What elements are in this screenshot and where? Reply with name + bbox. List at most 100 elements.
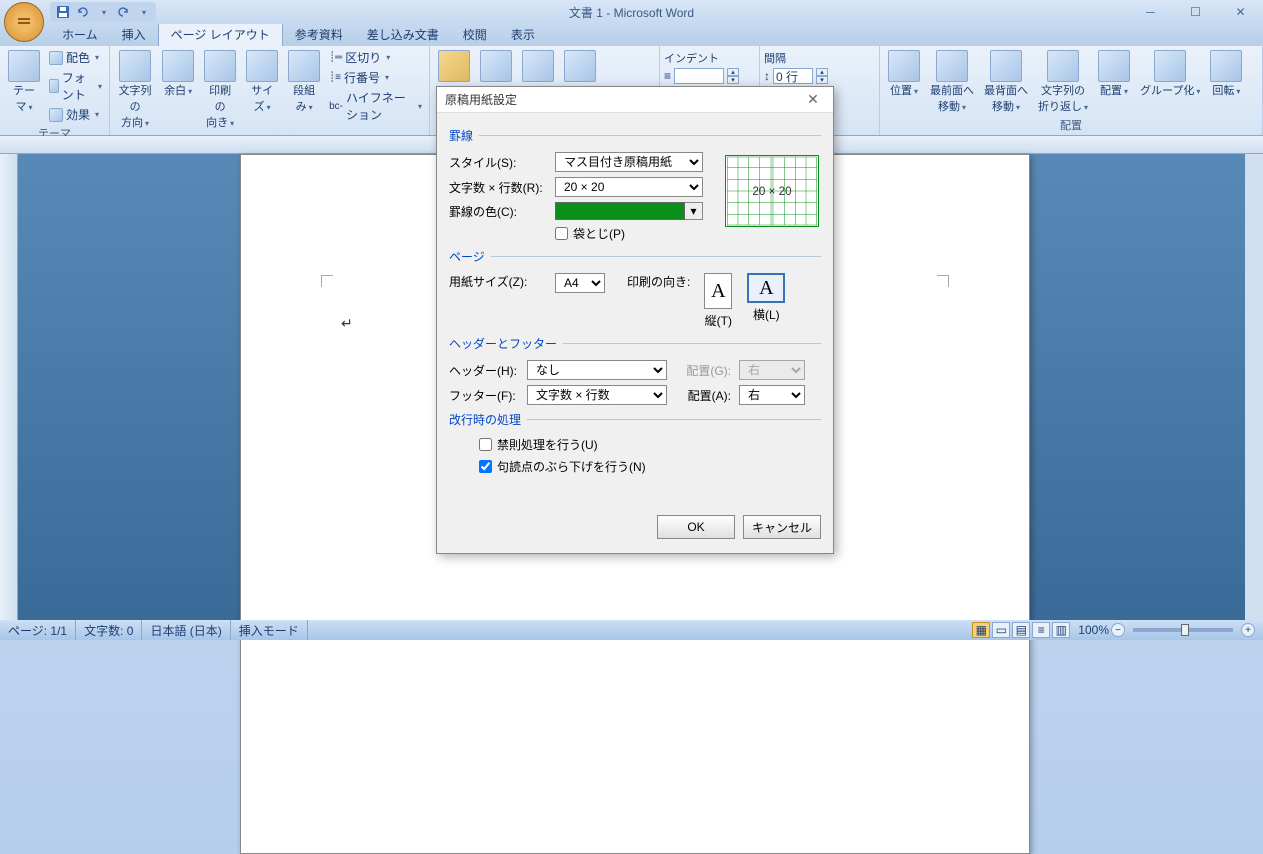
themes-button[interactable]: テーマ xyxy=(4,48,44,116)
section-page: ページ xyxy=(449,248,821,265)
landscape-icon: A xyxy=(747,273,785,303)
send-back-icon xyxy=(990,50,1022,82)
send-back-button[interactable]: 最背面へ 移動 xyxy=(980,48,1032,116)
fonts-icon xyxy=(49,79,59,93)
tab-mailings[interactable]: 差し込み文書 xyxy=(355,23,451,46)
columns-button[interactable]: 段組み xyxy=(284,48,324,116)
bring-front-icon xyxy=(936,50,968,82)
vertical-scrollbar[interactable] xyxy=(1245,154,1263,620)
cancel-button[interactable]: キャンセル xyxy=(743,515,821,539)
redo-icon[interactable] xyxy=(114,4,132,20)
page-border-icon xyxy=(564,50,596,82)
breaks-button[interactable]: ┊═区切り xyxy=(326,48,425,67)
spacing-heading: 間隔 xyxy=(764,50,786,66)
rotate-button[interactable]: 回転 xyxy=(1206,48,1246,100)
margin-marker-tl xyxy=(321,275,333,287)
page-color-button[interactable] xyxy=(518,48,558,84)
line-color-label: 罫線の色(C): xyxy=(449,203,547,220)
genkouyoushi-button[interactable] xyxy=(434,48,474,84)
position-button[interactable]: 位置 xyxy=(884,48,924,100)
footer-select[interactable]: 文字数 × 行数 xyxy=(527,385,667,405)
grid-preview: 20 × 20 xyxy=(725,155,819,227)
line-numbers-button[interactable]: ┊≡行番号 xyxy=(326,68,425,87)
minimize-button[interactable]: ─ xyxy=(1128,2,1173,22)
kinsoku-checkbox[interactable] xyxy=(479,438,492,451)
paper-size-label: 用紙サイズ(Z): xyxy=(449,273,547,290)
theme-colors[interactable]: 配色 xyxy=(46,48,105,67)
zoom-in-button[interactable]: + xyxy=(1241,623,1255,637)
watermark-button[interactable] xyxy=(476,48,516,84)
orientation-portrait[interactable]: A 縦(T) xyxy=(698,273,738,329)
undo-dropdown[interactable] xyxy=(94,4,112,20)
theme-fonts[interactable]: フォント xyxy=(46,68,105,104)
status-bar: ページ: 1/1 文字数: 0 日本語 (日本) 挿入モード ▦ ▭ ▤ ≡ ▥… xyxy=(0,620,1263,640)
size-button[interactable]: サイズ xyxy=(242,48,282,116)
tab-page-layout[interactable]: ページ レイアウト xyxy=(158,22,283,46)
rotate-icon xyxy=(1210,50,1242,82)
dialog-title: 原稿用紙設定 xyxy=(445,91,517,108)
portrait-icon: A xyxy=(704,273,732,309)
page-border-button[interactable] xyxy=(560,48,600,84)
close-button[interactable]: ✕ xyxy=(1218,2,1263,22)
vertical-ruler[interactable] xyxy=(0,154,18,620)
footer-align-label: 配置(A): xyxy=(675,387,731,404)
indent-left[interactable]: ≡▴▾ xyxy=(664,68,739,84)
dialog-close-button[interactable]: ✕ xyxy=(801,91,825,108)
undo-icon[interactable] xyxy=(74,4,92,20)
hyphenation-button[interactable]: bc‐ハイフネーション xyxy=(326,88,425,124)
bring-front-button[interactable]: 最前面へ 移動 xyxy=(926,48,978,116)
size-icon xyxy=(246,50,278,82)
status-chars[interactable]: 文字数: 0 xyxy=(76,620,142,640)
save-icon[interactable] xyxy=(54,4,72,20)
margins-button[interactable]: 余白 xyxy=(158,48,198,100)
office-button[interactable] xyxy=(4,2,44,42)
qat-customize[interactable] xyxy=(134,4,152,20)
tab-review[interactable]: 校閲 xyxy=(451,23,499,46)
kinsoku-label: 禁則処理を行う(U) xyxy=(497,436,598,453)
align-button[interactable]: 配置 xyxy=(1094,48,1134,100)
status-page[interactable]: ページ: 1/1 xyxy=(0,620,76,640)
footer-align-select[interactable]: 右 xyxy=(739,385,805,405)
view-draft[interactable]: ▥ xyxy=(1052,622,1070,638)
theme-effects[interactable]: 効果 xyxy=(46,105,105,124)
orientation-label: 印刷の向き: xyxy=(627,273,690,290)
header-select[interactable]: なし xyxy=(527,360,667,380)
tab-references[interactable]: 参考資料 xyxy=(283,23,355,46)
orientation-button[interactable]: 印刷の 向き xyxy=(200,48,240,132)
paper-size-select[interactable]: A4 xyxy=(555,273,605,293)
line-color-swatch[interactable] xyxy=(555,202,685,220)
ok-button[interactable]: OK xyxy=(657,515,735,539)
section-rule: 罫線 xyxy=(449,127,821,144)
header-align-label: 配置(G): xyxy=(675,362,731,379)
view-print-layout[interactable]: ▦ xyxy=(972,622,990,638)
status-mode[interactable]: 挿入モード xyxy=(231,620,308,640)
arrange-group-label: 配置 xyxy=(884,116,1258,134)
text-direction-button[interactable]: 文字列の 方向 xyxy=(114,48,156,132)
group-button[interactable]: グループ化 xyxy=(1136,48,1204,100)
page-color-icon xyxy=(522,50,554,82)
fold-checkbox[interactable] xyxy=(555,227,568,240)
zoom-out-button[interactable]: − xyxy=(1111,623,1125,637)
footer-label: フッター(F): xyxy=(449,387,519,404)
chars-lines-select[interactable]: 20 × 20 xyxy=(555,177,703,197)
orientation-landscape[interactable]: A 横(L) xyxy=(746,273,786,323)
window-title: 文書 1 - Microsoft Word xyxy=(569,4,694,21)
tab-view[interactable]: 表示 xyxy=(499,23,547,46)
zoom-percent[interactable]: 100% xyxy=(1078,623,1109,637)
tab-home[interactable]: ホーム xyxy=(50,23,110,46)
hanging-checkbox[interactable] xyxy=(479,460,492,473)
line-color-dropdown[interactable]: ▾ xyxy=(685,202,703,220)
genkouyoushi-settings-dialog: 原稿用紙設定 ✕ 罫線 スタイル(S): マス目付き原稿用紙 文字数 × 行数(… xyxy=(436,86,834,554)
view-full-screen[interactable]: ▭ xyxy=(992,622,1010,638)
status-language[interactable]: 日本語 (日本) xyxy=(142,620,230,640)
header-label: ヘッダー(H): xyxy=(449,362,519,379)
spacing-before[interactable]: ↕0 行▴▾ xyxy=(764,68,828,84)
text-wrap-button[interactable]: 文字列の 折り返し xyxy=(1034,48,1092,116)
maximize-button[interactable]: ☐ xyxy=(1173,2,1218,22)
tab-insert[interactable]: 挿入 xyxy=(110,23,158,46)
view-web-layout[interactable]: ▤ xyxy=(1012,622,1030,638)
zoom-slider[interactable] xyxy=(1133,628,1233,632)
view-outline[interactable]: ≡ xyxy=(1032,622,1050,638)
zoom-thumb[interactable] xyxy=(1181,624,1189,636)
style-select[interactable]: マス目付き原稿用紙 xyxy=(555,152,703,172)
